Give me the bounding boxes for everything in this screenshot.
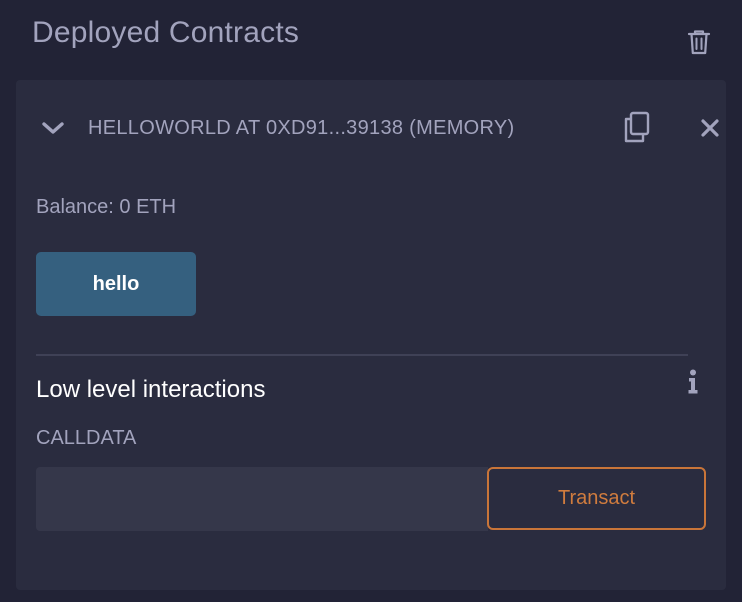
chevron-down-icon[interactable]	[40, 116, 66, 140]
hello-function-button[interactable]: hello	[36, 252, 196, 316]
contract-instance-title[interactable]: HELLOWORLD AT 0XD91...39138 (MEMORY)	[88, 117, 515, 140]
trash-icon[interactable]	[686, 28, 712, 56]
transact-button[interactable]: Transact	[487, 467, 706, 530]
close-icon[interactable]	[700, 118, 720, 138]
calldata-input[interactable]	[36, 467, 488, 531]
low-level-title: Low level interactions	[36, 376, 266, 403]
divider	[36, 354, 688, 356]
copy-icon[interactable]	[621, 110, 653, 146]
section-title: Deployed Contracts	[32, 16, 300, 49]
calldata-label: CALLDATA	[36, 427, 137, 449]
deployed-contracts-panel: Deployed Contracts HELLOWORLD AT 0XD91..…	[0, 0, 742, 602]
balance-text: Balance: 0 ETH	[36, 196, 177, 218]
info-icon[interactable]	[684, 368, 702, 396]
